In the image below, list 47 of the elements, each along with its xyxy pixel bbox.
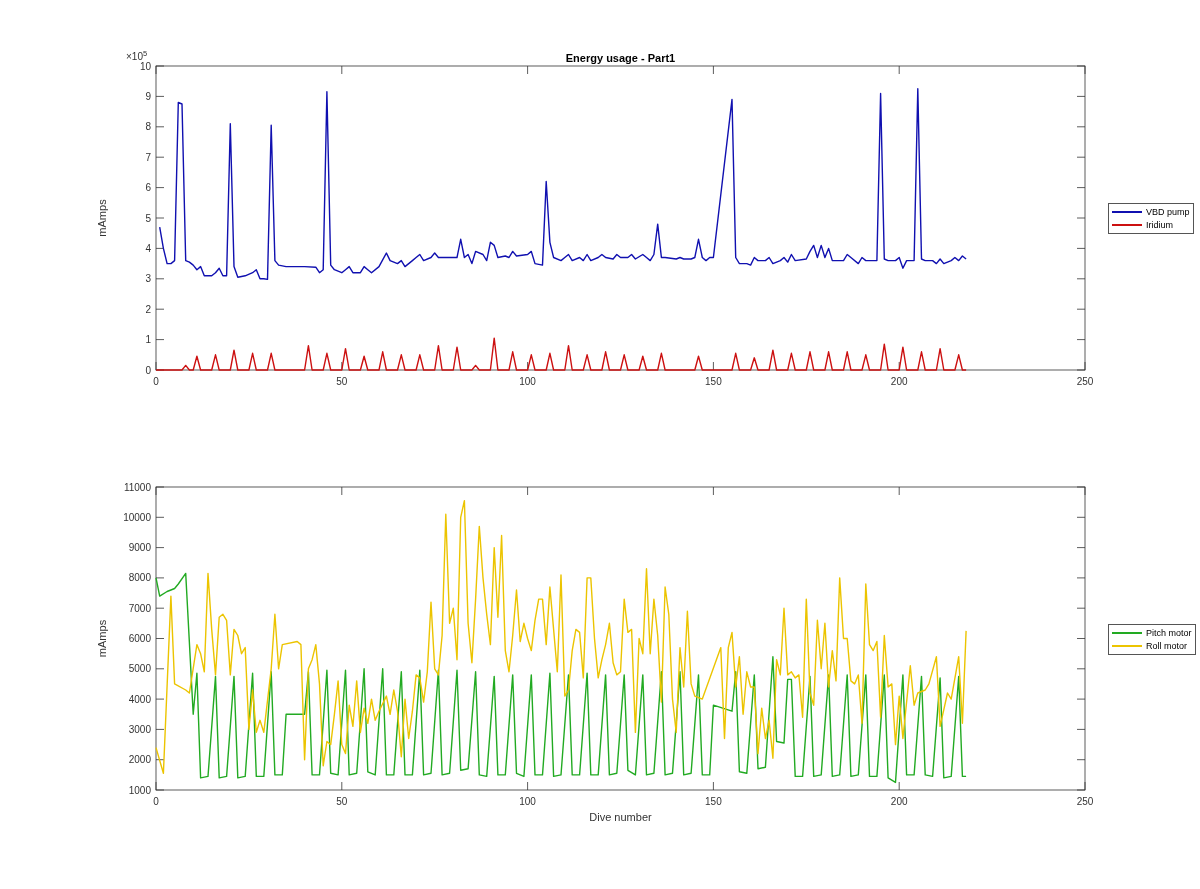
- axis-label: mAmps: [96, 619, 108, 658]
- tick-label: 11000: [123, 481, 151, 493]
- legend-label: Iridium: [1146, 219, 1173, 231]
- tick-label: 50: [336, 376, 348, 387]
- legend-label: Roll motor: [1146, 640, 1187, 652]
- tick-label: 7: [145, 151, 151, 163]
- tick-label: 6: [145, 182, 151, 194]
- tick-label: 50: [336, 796, 348, 807]
- legend-label: Pitch motor: [1146, 627, 1192, 639]
- tick-label: 0: [153, 376, 159, 387]
- tick-label: 7000: [128, 602, 151, 614]
- chart-title: Energy usage - Part1: [565, 52, 676, 64]
- legend-line-icon: [1112, 631, 1142, 635]
- tick-label: 4000: [128, 693, 151, 705]
- tick-label: 0: [145, 364, 151, 376]
- tick-label: 150: [705, 796, 722, 807]
- axis-label: Dive number: [589, 811, 652, 823]
- tick-label: 10: [139, 60, 151, 72]
- legend-line-icon: [1112, 210, 1142, 214]
- tick-label: 9000: [128, 542, 151, 554]
- tick-label: 100: [519, 376, 536, 387]
- tick-label: 5: [145, 212, 151, 224]
- axis-label: mAmps: [96, 199, 108, 237]
- legend-label: VBD pump: [1146, 206, 1190, 218]
- tick-label: 0: [153, 796, 159, 807]
- tick-label: 4: [145, 242, 151, 254]
- tick-label: 1: [145, 334, 151, 346]
- tick-label: 200: [890, 376, 908, 387]
- tick-label: 5000: [128, 663, 151, 675]
- tick-label: 150: [705, 376, 722, 387]
- tick-label: 2000: [128, 754, 151, 766]
- tick-label: 8000: [128, 572, 151, 584]
- tick-label: 250: [1076, 796, 1094, 807]
- tick-label: 6000: [128, 633, 151, 644]
- legend-line-icon: [1112, 223, 1142, 227]
- tick-label: 9: [145, 90, 151, 102]
- tick-label: 8: [145, 121, 151, 133]
- tick-label: 3: [145, 273, 151, 285]
- tick-label: 250: [1076, 376, 1094, 387]
- tick-label: 3000: [128, 723, 151, 735]
- axis-exponent: ×10$^{5}$: [126, 50, 148, 62]
- tick-label: 200: [890, 796, 908, 807]
- tick-label: 2: [145, 303, 151, 315]
- tick-label: 10000: [123, 511, 151, 523]
- tick-label: 100: [519, 796, 536, 807]
- legend-line-icon: [1112, 644, 1142, 648]
- tick-label: 1000: [128, 784, 151, 796]
